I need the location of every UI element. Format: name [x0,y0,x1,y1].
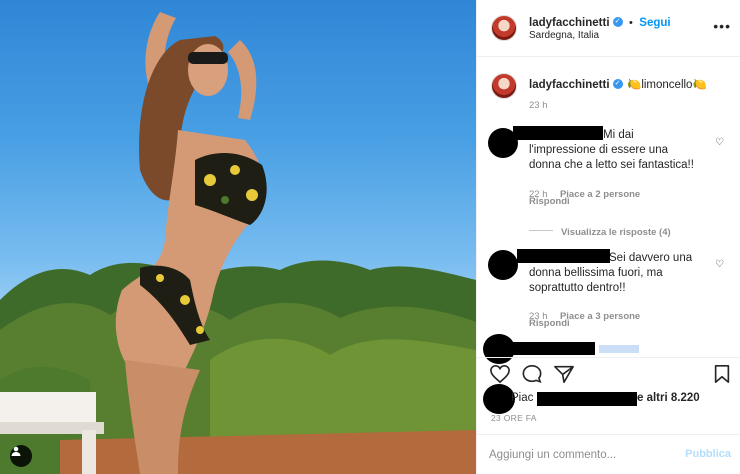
likes-summary: Piac e altri 8.220 [477,388,740,408]
verified-badge-icon: ✓ [612,78,623,89]
comment-text: Mi dai l'impressione di essere una donna… [529,129,694,171]
caption-emoji-start: 🍋 [626,79,642,91]
verified-badge-icon: ✓ [612,16,623,27]
redacted-avatar [488,250,518,280]
redacted-username [507,342,595,355]
follow-button[interactable]: Segui [639,17,670,29]
comment-like-heart-icon[interactable]: ♡ [715,137,724,148]
caption-emoji-end: 🍋 [692,79,707,91]
avatar[interactable] [491,15,517,41]
comment-text: Sei davvero una donna bellissima fuori, … [529,252,693,294]
publish-button[interactable]: Pubblica [685,448,731,460]
comment-bubble-icon[interactable] [521,364,543,389]
header-username[interactable]: ladyfacchinetti [529,17,610,29]
comment-likes[interactable]: Piace a 3 persone [560,311,640,322]
likes-count[interactable]: e altri 8.220 [637,392,700,404]
caption-text: limoncello [641,79,693,91]
bookmark-icon[interactable] [713,364,731,389]
caption-username[interactable]: ladyfacchinetti [529,79,610,91]
redacted-liker [537,392,637,406]
header-user-row: ladyfacchinetti ✓ • Segui [529,13,671,31]
photo-scene [0,12,476,474]
reply-button[interactable]: Rispondi [529,318,570,329]
view-replies-line [529,230,553,232]
user-tag-icon[interactable] [10,445,32,467]
view-replies[interactable]: Visualizza le risposte (4) [529,222,671,240]
post-photo[interactable] [0,0,476,474]
emoji-fragment [599,345,639,353]
post-timestamp: 23 ORE FA [491,413,537,423]
add-comment-bar: Pubblica [477,434,740,474]
location-link[interactable]: Sardegna, Italia [529,30,599,41]
paper-plane-icon[interactable] [553,364,575,389]
post-detail-panel: ladyfacchinetti ✓ • Segui Sardegna, Itali… [476,0,740,474]
reply-button[interactable]: Rispondi [529,196,570,207]
comment-likes[interactable]: Piace a 2 persone [560,189,640,200]
comment-input[interactable] [489,445,679,465]
view-replies-label[interactable]: Visualizza le risposte (4) [561,227,671,238]
caption: ladyfacchinetti ✓ 🍋limoncello🍋 [529,75,707,93]
comment-like-heart-icon[interactable]: ♡ [715,259,724,270]
post-header: ladyfacchinetti ✓ • Segui Sardegna, Itali… [477,0,740,57]
header-separator: • [628,17,633,29]
more-options-icon[interactable]: ••• [713,18,731,34]
caption-avatar[interactable] [491,73,517,99]
action-bar [477,357,740,387]
caption-time: 23 h [529,100,548,111]
likes-prefix: Piac [511,392,534,404]
